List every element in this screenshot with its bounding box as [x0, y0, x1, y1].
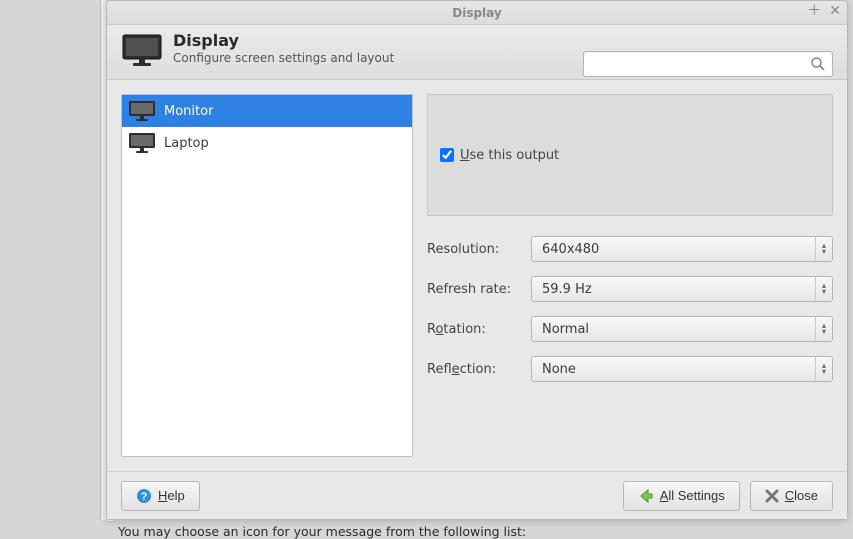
use-output-checkbox[interactable]	[440, 148, 454, 162]
monitor-icon	[128, 100, 156, 122]
resolution-select[interactable]: 640x480 ▴▾	[531, 236, 833, 262]
back-arrow-icon	[638, 488, 654, 504]
header: Display Configure screen settings and la…	[107, 25, 847, 80]
minimize-icon[interactable]: ＋	[807, 4, 821, 18]
page-title: Display	[173, 31, 394, 50]
rotation-label: Rotation:	[427, 322, 523, 337]
help-icon: ?	[136, 488, 152, 504]
outputs-list[interactable]: Monitor Laptop	[121, 94, 413, 457]
all-settings-button[interactable]: All Settings	[623, 481, 740, 511]
content-area: Monitor Laptop Use this output	[107, 80, 847, 471]
output-item-monitor[interactable]: Monitor	[122, 95, 412, 127]
close-window-icon[interactable]: ✕	[829, 4, 841, 18]
display-settings-window: Display ＋ ✕ Display Configure screen set…	[106, 0, 848, 520]
spinner-arrows-icon: ▴▾	[815, 357, 826, 381]
svg-text:?: ?	[141, 491, 148, 503]
output-item-laptop[interactable]: Laptop	[122, 127, 412, 159]
reflection-select[interactable]: None ▴▾	[531, 356, 833, 382]
output-item-label: Monitor	[164, 104, 213, 119]
spinner-arrows-icon: ▴▾	[815, 277, 826, 301]
monitor-icon	[128, 132, 156, 154]
display-icon	[121, 33, 163, 69]
window-title: Display	[452, 6, 501, 20]
output-item-label: Laptop	[164, 136, 209, 151]
settings-grid: Resolution: 640x480 ▴▾ Refresh rate: 59.…	[427, 236, 833, 382]
resolution-label: Resolution:	[427, 242, 523, 257]
use-output-checkbox-row[interactable]: Use this output	[440, 148, 559, 163]
page-subtitle: Configure screen settings and layout	[173, 51, 394, 65]
header-text: Display Configure screen settings and la…	[173, 31, 394, 65]
titlebar[interactable]: Display ＋ ✕	[107, 1, 847, 25]
search-input[interactable]	[590, 57, 810, 72]
reflection-label: Reflection:	[427, 362, 523, 377]
close-button[interactable]: Close	[750, 481, 833, 511]
refresh-select[interactable]: 59.9 Hz ▴▾	[531, 276, 833, 302]
background-hint-text: You may choose an icon for your message …	[118, 524, 526, 539]
titlebar-controls: ＋ ✕	[807, 4, 841, 18]
close-icon	[765, 489, 779, 503]
spinner-arrows-icon: ▴▾	[815, 317, 826, 341]
all-settings-label: All Settings	[660, 488, 725, 503]
rotation-value: Normal	[542, 322, 589, 337]
settings-pane: Use this output Resolution: 640x480 ▴▾ R…	[427, 94, 833, 457]
spinner-arrows-icon: ▴▾	[815, 237, 826, 261]
search-icon	[810, 56, 826, 72]
preview-box: Use this output	[427, 94, 833, 216]
reflection-value: None	[542, 362, 576, 377]
help-button[interactable]: ? Help	[121, 481, 200, 511]
use-output-label: Use this output	[460, 148, 559, 163]
refresh-value: 59.9 Hz	[542, 282, 592, 297]
footer: ? Help All Settings Close	[107, 471, 847, 519]
rotation-select[interactable]: Normal ▴▾	[531, 316, 833, 342]
refresh-label: Refresh rate:	[427, 282, 523, 297]
close-button-label: Close	[785, 488, 818, 503]
search-input-container[interactable]	[583, 51, 833, 77]
help-button-label: Help	[158, 488, 185, 503]
resolution-value: 640x480	[542, 242, 599, 257]
